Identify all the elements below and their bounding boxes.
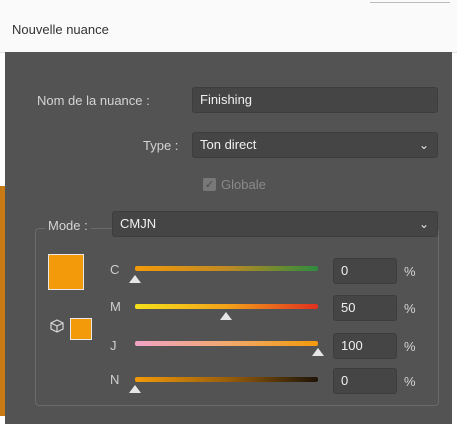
yellow-value: 100 — [341, 338, 363, 353]
magenta-value-input[interactable]: 50 — [333, 295, 397, 321]
background-edge — [0, 186, 5, 416]
type-label: Type : — [143, 138, 179, 153]
dialog-title: Nouvelle nuance — [12, 22, 109, 37]
swatch-name-value: Finishing — [200, 92, 253, 107]
gamut-swatch[interactable] — [70, 318, 92, 340]
black-slider-thumb[interactable] — [129, 385, 141, 393]
cyan-value: 0 — [341, 263, 349, 278]
cyan-value-input[interactable]: 0 — [333, 258, 397, 284]
chevron-down-icon: ⌄ — [418, 138, 429, 152]
yellow-slider-thumb[interactable] — [312, 348, 324, 356]
magenta-value: 50 — [341, 300, 356, 315]
swatch-name-label: Nom de la nuance : — [37, 93, 150, 108]
dialog-titlebar: Nouvelle nuance — [0, 0, 457, 53]
channel-label-m: M — [110, 299, 121, 314]
chevron-down-icon: ⌄ — [418, 217, 429, 231]
yellow-slider-track[interactable] — [135, 341, 318, 346]
cube-icon[interactable] — [50, 319, 64, 333]
channel-label-j: J — [110, 338, 117, 353]
type-select[interactable]: Ton direct ⌄ — [192, 132, 438, 158]
cyan-slider-thumb[interactable] — [129, 275, 141, 283]
black-value-input[interactable]: 0 — [333, 368, 397, 394]
global-label: Globale — [221, 177, 266, 192]
color-mode-value: CMJN — [120, 216, 157, 231]
magenta-slider-track[interactable] — [135, 304, 318, 309]
channel-label-n: N — [110, 372, 120, 387]
color-mode-select[interactable]: CMJN ⌄ — [112, 211, 438, 237]
magenta-percent: % — [404, 301, 416, 316]
black-value: 0 — [341, 373, 349, 388]
yellow-value-input[interactable]: 100 — [333, 333, 397, 359]
check-icon: ✓ — [204, 178, 215, 191]
cyan-slider-track[interactable] — [135, 266, 318, 271]
yellow-percent: % — [404, 339, 416, 354]
channel-label-c: C — [110, 262, 120, 277]
black-percent: % — [404, 374, 416, 389]
color-preview-swatch — [48, 254, 84, 290]
cyan-percent: % — [404, 264, 416, 279]
mode-label: Mode : — [45, 218, 91, 233]
global-checkbox[interactable]: ✓ — [203, 178, 216, 191]
type-select-value: Ton direct — [200, 137, 257, 152]
titlebar-divider — [370, 2, 450, 3]
black-slider-track[interactable] — [135, 377, 318, 382]
magenta-slider-thumb[interactable] — [220, 312, 232, 320]
swatch-name-input[interactable]: Finishing — [192, 87, 438, 113]
